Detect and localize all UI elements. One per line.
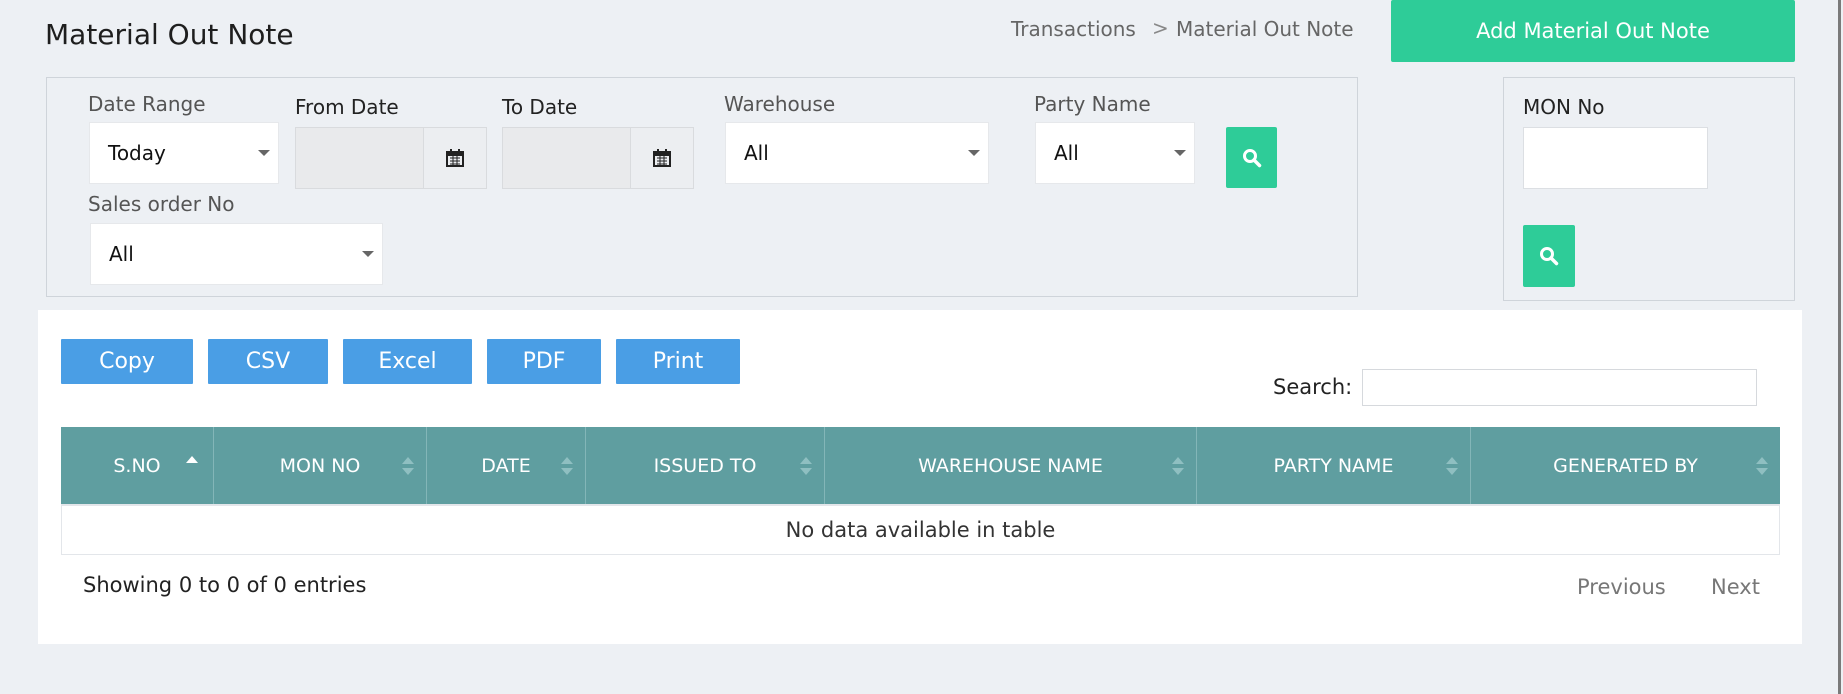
table-header: S.NO MON NO DATE ISSUED TO WAREHOUSE NAM… xyxy=(61,427,1780,504)
search-icon xyxy=(1540,247,1559,266)
next-page-button[interactable]: Next xyxy=(1711,575,1760,599)
excel-button[interactable]: Excel xyxy=(343,339,472,384)
from-date-label: From Date xyxy=(295,95,399,119)
chevron-down-icon xyxy=(1174,150,1186,156)
page-title: Material Out Note xyxy=(45,18,294,51)
party-name-label: Party Name xyxy=(1034,92,1151,116)
table-info: Showing 0 to 0 of 0 entries xyxy=(83,573,367,597)
from-date-input[interactable] xyxy=(295,127,424,189)
breadcrumb-current: Material Out Note xyxy=(1176,17,1354,41)
csv-button[interactable]: CSV xyxy=(208,339,328,384)
table-search-input[interactable] xyxy=(1362,369,1757,406)
date-range-value: Today xyxy=(108,141,166,165)
calendar-icon xyxy=(446,149,464,167)
column-header-date[interactable]: DATE xyxy=(427,427,586,504)
column-header-label: S.NO xyxy=(113,454,161,477)
column-header-party-name[interactable]: PARTY NAME xyxy=(1197,427,1471,504)
sort-icon xyxy=(402,456,414,475)
search-icon xyxy=(1242,148,1261,167)
date-range-select[interactable]: Today xyxy=(89,122,279,184)
sales-order-value: All xyxy=(109,242,134,266)
search-label: Search: xyxy=(1273,375,1353,399)
party-name-value: All xyxy=(1054,141,1079,165)
filter-search-button[interactable] xyxy=(1226,127,1277,188)
column-header-label: GENERATED BY xyxy=(1553,454,1698,477)
column-header-warehouse-name[interactable]: WAREHOUSE NAME xyxy=(825,427,1197,504)
column-header-label: MON NO xyxy=(279,454,361,477)
column-header-mon-no[interactable]: MON NO xyxy=(214,427,427,504)
mon-search-button[interactable] xyxy=(1523,225,1575,287)
to-date-input[interactable] xyxy=(502,127,631,189)
empty-table-message: No data available in table xyxy=(61,504,1780,555)
sort-ascending-icon xyxy=(186,455,198,463)
chevron-down-icon xyxy=(258,150,270,156)
warehouse-value: All xyxy=(744,141,769,165)
column-header-label: PARTY NAME xyxy=(1273,454,1394,477)
print-button[interactable]: Print xyxy=(616,339,740,384)
pdf-button[interactable]: PDF xyxy=(487,339,601,384)
sort-icon xyxy=(800,456,812,475)
to-date-label: To Date xyxy=(502,95,578,119)
sales-order-select[interactable]: All xyxy=(90,223,383,285)
sort-icon xyxy=(561,456,573,475)
previous-page-button[interactable]: Previous xyxy=(1577,575,1666,599)
breadcrumb-parent[interactable]: Transactions xyxy=(1011,17,1136,41)
column-header-label: ISSUED TO xyxy=(653,454,757,477)
warehouse-select[interactable]: All xyxy=(725,122,989,184)
date-range-label: Date Range xyxy=(88,92,206,116)
chevron-down-icon xyxy=(968,150,980,156)
column-header-label: DATE xyxy=(481,454,531,477)
column-header-label: WAREHOUSE NAME xyxy=(918,454,1103,477)
column-header-generated-by[interactable]: GENERATED BY xyxy=(1471,427,1780,504)
sort-icon xyxy=(1756,456,1768,475)
sort-icon xyxy=(1446,456,1458,475)
sales-order-label: Sales order No xyxy=(88,192,235,216)
party-name-select[interactable]: All xyxy=(1035,122,1195,184)
breadcrumb-separator: > xyxy=(1152,16,1169,40)
add-material-out-note-button[interactable]: Add Material Out Note xyxy=(1391,0,1795,62)
sort-icon xyxy=(1172,456,1184,475)
mon-no-label: MON No xyxy=(1523,95,1605,119)
copy-button[interactable]: Copy xyxy=(61,339,193,384)
scrollbar[interactable] xyxy=(1838,0,1841,694)
mon-no-input[interactable] xyxy=(1523,127,1708,189)
column-header-issued-to[interactable]: ISSUED TO xyxy=(586,427,825,504)
warehouse-label: Warehouse xyxy=(724,92,836,116)
from-date-calendar-button[interactable] xyxy=(423,127,487,189)
chevron-down-icon xyxy=(362,251,374,257)
calendar-icon xyxy=(653,149,671,167)
to-date-calendar-button[interactable] xyxy=(630,127,694,189)
column-header-sno[interactable]: S.NO xyxy=(61,427,214,504)
